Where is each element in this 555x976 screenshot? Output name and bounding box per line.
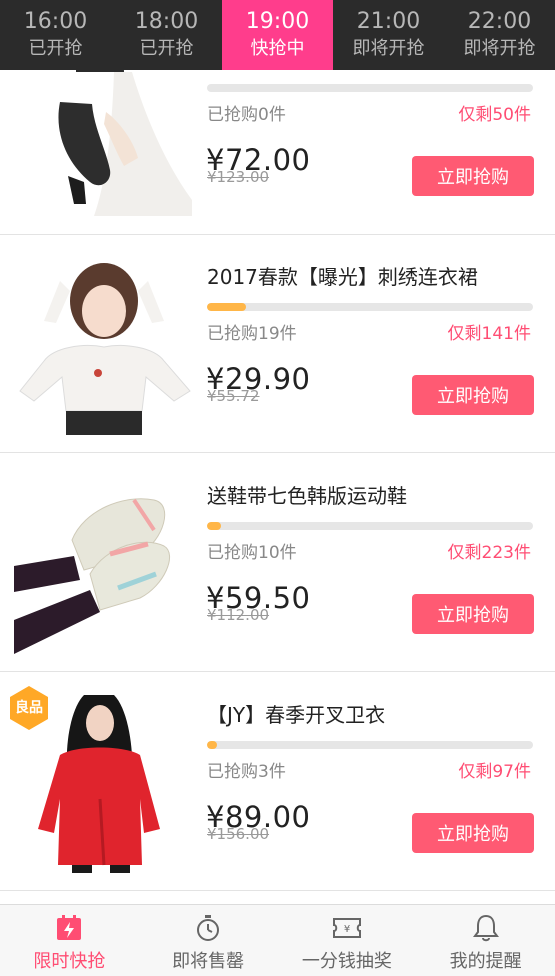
- progress-fill: [207, 741, 217, 749]
- product-name: 【JY】春季开叉卫衣: [207, 703, 386, 727]
- buy-now-button[interactable]: 立即抢购: [412, 156, 534, 196]
- product-name: 送鞋带七色韩版运动鞋: [207, 484, 407, 508]
- progress-bar: [207, 303, 533, 311]
- svg-text:¥: ¥: [344, 924, 350, 935]
- remaining-count: 仅剩50件: [458, 105, 531, 125]
- nav-item-selling-out[interactable]: 即将售罄: [139, 905, 278, 976]
- time-slot-2200[interactable]: 22:00 即将开抢: [444, 0, 555, 70]
- quality-badge: 良品: [8, 685, 50, 731]
- product-item[interactable]: 送鞋带七色韩版运动鞋 已抢购10件 仅剩223件 ¥59.50 ¥112.00 …: [0, 454, 555, 672]
- product-item[interactable]: 2017春款【曝光】刺绣连衣裙 已抢购19件 仅剩141件 ¥29.90 ¥55…: [0, 235, 555, 453]
- remaining-count: 仅剩97件: [458, 762, 531, 782]
- timer-icon: [197, 915, 220, 941]
- sold-count: 已抢购0件: [207, 105, 286, 125]
- time-slot-2100[interactable]: 21:00 即将开抢: [333, 0, 444, 70]
- nav-item-label: 限时快抢: [33, 951, 106, 972]
- time-slot-1800[interactable]: 18:00 已开抢: [111, 0, 222, 70]
- product-image-knit-dress: [14, 251, 194, 435]
- product-item[interactable]: 已抢购0件 仅剩50件 ¥72.00 ¥123.00 立即抢购: [0, 70, 555, 235]
- buy-now-button[interactable]: 立即抢购: [412, 375, 534, 415]
- sold-count: 已抢购19件: [207, 324, 297, 344]
- nav-item-flash-sale[interactable]: 限时快抢: [0, 905, 139, 976]
- time-slot-time: 21:00: [356, 9, 421, 34]
- progress-fill: [207, 303, 247, 311]
- bottom-nav: 限时快抢 即将售罄 ¥ 一分钱抽奖 我的提醒: [0, 904, 555, 976]
- product-list: 已抢购0件 仅剩50件 ¥72.00 ¥123.00 立即抢购 2017春款【曝…: [0, 70, 555, 904]
- product-image-sneakers: [14, 470, 194, 654]
- original-price: ¥156.00: [207, 825, 270, 843]
- buy-now-button[interactable]: 立即抢购: [412, 813, 534, 853]
- quality-badge-label: 良品: [15, 700, 43, 716]
- sold-count: 已抢购10件: [207, 543, 297, 563]
- time-slot-status: 已开抢: [139, 38, 194, 59]
- time-slot-bar: 16:00 已开抢 18:00 已开抢 19:00 快抢中 21:00 即将开抢…: [0, 0, 555, 78]
- time-slot-status: 即将开抢: [463, 38, 536, 59]
- progress-fill: [207, 522, 222, 530]
- remaining-count: 仅剩223件: [447, 543, 531, 563]
- remaining-count: 仅剩141件: [447, 324, 531, 344]
- product-item[interactable]: 良品 【JY】春季开叉卫衣 已抢购3件 仅剩97件 ¥89.00 ¥156.00…: [0, 673, 555, 891]
- time-slot-status: 已开抢: [28, 38, 83, 59]
- product-image-shoes: [14, 70, 194, 216]
- time-slot-status: 即将开抢: [352, 38, 425, 59]
- nav-item-lottery[interactable]: ¥ 一分钱抽奖: [278, 905, 417, 976]
- time-slot-time: 22:00: [467, 9, 532, 34]
- progress-bar: [207, 522, 533, 530]
- time-slot-time: 19:00: [245, 9, 310, 34]
- flash-icon: [57, 915, 82, 940]
- original-price: ¥123.00: [207, 168, 270, 186]
- time-slot-time: 18:00: [134, 9, 199, 34]
- nav-item-label: 一分钱抽奖: [301, 951, 392, 972]
- product-name: 2017春款【曝光】刺绣连衣裙: [207, 265, 478, 289]
- nav-item-label: 我的提醒: [449, 951, 522, 972]
- time-slot-time: 16:00: [23, 9, 88, 34]
- time-slot-1900-active[interactable]: 19:00 快抢中: [222, 0, 333, 78]
- time-slot-1600[interactable]: 16:00 已开抢: [0, 0, 111, 70]
- ticket-icon: ¥: [332, 918, 361, 938]
- progress-bar: [207, 84, 533, 92]
- time-slot-status: 快抢中: [250, 38, 305, 59]
- original-price: ¥55.72: [207, 387, 260, 405]
- sold-count: 已抢购3件: [207, 762, 286, 782]
- progress-bar: [207, 741, 533, 749]
- nav-item-label: 即将售罄: [172, 951, 245, 972]
- nav-item-reminders[interactable]: 我的提醒: [416, 905, 555, 976]
- original-price: ¥112.00: [207, 606, 270, 624]
- bell-icon: [472, 914, 499, 942]
- buy-now-button[interactable]: 立即抢购: [412, 594, 534, 634]
